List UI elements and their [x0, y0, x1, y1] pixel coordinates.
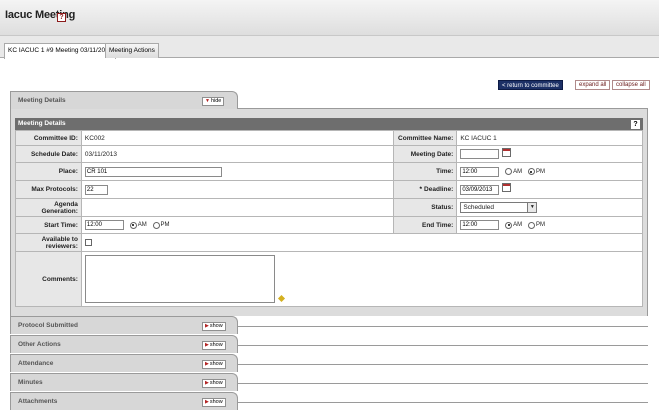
show-toggle-button[interactable]: ▶show — [202, 379, 226, 388]
start-time-input[interactable]: 12:00 — [84, 220, 124, 230]
section-divider — [238, 402, 648, 403]
section-title: Protocol Submitted — [18, 322, 78, 329]
calendar-icon[interactable] — [502, 147, 512, 157]
deadline-input[interactable]: 03/09/2013 — [460, 184, 500, 195]
time-label: Time: — [393, 162, 458, 181]
max-protocols-label: Max Protocols: — [15, 180, 82, 199]
end-pm-label: PM — [535, 222, 545, 228]
committee-name-value: KC IACUC 1 — [456, 130, 643, 146]
place-input[interactable]: CR 101 — [84, 166, 222, 177]
schedule-date-value: 03/11/2013 — [80, 145, 395, 163]
show-toggle-button[interactable]: ▶show — [202, 341, 226, 350]
section-divider — [238, 345, 648, 346]
other-actions-tab: Other Actions ▶show — [10, 335, 238, 353]
start-am-radio[interactable] — [129, 221, 137, 229]
page-header: Iacuc Meeting ? — [0, 0, 659, 36]
collapse-all-button[interactable]: collapse all — [612, 80, 650, 90]
chevron-down-icon: ▼ — [527, 203, 537, 212]
minutes-tab: Minutes ▶show — [10, 373, 238, 391]
section-title: Minutes — [18, 379, 43, 386]
start-time-label: Start Time: — [15, 216, 82, 234]
end-am-label: AM — [513, 222, 523, 228]
meeting-details-form: Committee ID: KC002 Committee Name: KC I… — [15, 130, 644, 307]
end-time-label: End Time: — [393, 216, 458, 234]
caret-right-icon: ▶ — [205, 342, 209, 348]
expand-all-button[interactable]: expand all — [575, 80, 611, 90]
comments-textarea[interactable] — [84, 255, 275, 303]
expand-text-icon[interactable] — [278, 295, 286, 303]
caret-right-icon: ▶ — [205, 399, 209, 405]
tab-meeting-actions[interactable]: Meeting Actions — [105, 43, 159, 58]
end-pm-radio[interactable] — [527, 221, 535, 229]
required-marker: * — [419, 186, 423, 193]
show-toggle-button[interactable]: ▶show — [202, 360, 226, 369]
section-title: Other Actions — [18, 341, 61, 348]
help-icon[interactable]: ? — [631, 120, 640, 129]
committee-id-value: KC002 — [80, 130, 395, 146]
deadline-label: * Deadline: — [393, 180, 458, 199]
attendance-tab: Attendance ▶show — [10, 354, 238, 372]
caret-down-icon: ▼ — [205, 98, 210, 104]
time-pm-radio[interactable] — [527, 168, 535, 175]
available-to-reviewers-checkbox[interactable] — [84, 238, 92, 246]
available-to-reviewers-label: Available to reviewers: — [15, 233, 82, 252]
show-toggle-button[interactable]: ▶show — [202, 322, 226, 331]
end-time-input[interactable]: 12:00 — [460, 220, 500, 230]
time-am-radio[interactable] — [505, 168, 513, 175]
meeting-details-subheader: Meeting Details ? — [15, 118, 643, 130]
attachments-tab: Attachments ▶show — [10, 392, 238, 410]
status-label: Status: — [393, 198, 458, 217]
agenda-generation-value — [80, 198, 395, 217]
time-am-label: AM — [513, 168, 523, 175]
agenda-generation-label: Agenda Generation: — [15, 198, 82, 217]
schedule-date-label: Schedule Date: — [15, 145, 82, 163]
caret-right-icon: ▶ — [205, 323, 209, 329]
end-am-radio[interactable] — [505, 221, 513, 229]
start-pm-radio[interactable] — [152, 221, 160, 229]
comments-label: Comments: — [15, 251, 82, 307]
time-pm-label: PM — [535, 168, 545, 175]
tab-meeting[interactable]: KC IACUC 1 #9 Meeting 03/11/2013 — [4, 43, 117, 59]
start-pm-label: PM — [160, 222, 170, 228]
hide-toggle-button[interactable]: ▼hide — [202, 97, 225, 106]
meeting-date-label: Meeting Date: — [393, 145, 458, 163]
caret-right-icon: ▶ — [205, 361, 209, 367]
return-to-committee-button[interactable]: < return to committee — [498, 80, 563, 90]
start-am-label: AM — [137, 222, 147, 228]
section-title: Attendance — [18, 360, 54, 367]
status-select[interactable]: Scheduled ▼ — [460, 202, 538, 213]
time-input[interactable]: 12:00 — [460, 166, 500, 177]
calendar-icon[interactable] — [502, 183, 512, 192]
section-title: Attachments — [18, 398, 58, 405]
section-divider — [238, 326, 648, 327]
section-divider — [238, 383, 648, 384]
committee-id-label: Committee ID: — [15, 130, 82, 146]
committee-name-label: Committee Name: — [393, 130, 458, 146]
help-icon[interactable]: ? — [57, 13, 66, 22]
meeting-details-tab: Meeting Details ▼hide — [10, 91, 238, 109]
show-toggle-button[interactable]: ▶show — [202, 398, 226, 407]
section-divider — [238, 364, 648, 365]
section-title: Meeting Details — [18, 97, 66, 104]
protocol-submitted-tab: Protocol Submitted ▶show — [10, 316, 238, 334]
caret-right-icon: ▶ — [205, 380, 209, 386]
document-tabbar: KC IACUC 1 #9 Meeting 03/11/2013 Meeting… — [0, 36, 659, 59]
meeting-date-input[interactable] — [460, 149, 500, 159]
max-protocols-input[interactable]: 22 — [84, 184, 108, 195]
place-label: Place: — [15, 162, 82, 181]
